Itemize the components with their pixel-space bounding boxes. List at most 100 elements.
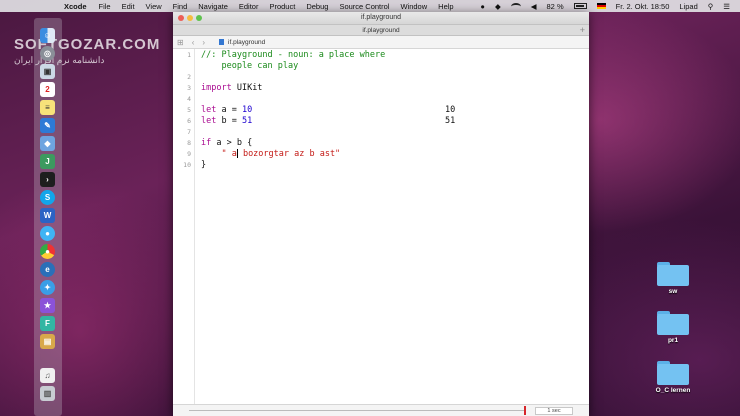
code-editor[interactable]: 1 2 3 4 5 6 7 8 9 10 //: Playground - no… — [173, 49, 589, 404]
line-number: 7 — [187, 128, 191, 136]
tab-if-playground[interactable]: if.playground — [362, 27, 399, 34]
menu-help[interactable]: Help — [438, 2, 453, 11]
android-studio-icon[interactable]: J — [40, 154, 55, 169]
code-line-6: let b = 51 — [201, 116, 252, 126]
notes-icon[interactable]: ≡ — [40, 100, 55, 115]
menu-debug[interactable]: Debug — [306, 2, 328, 11]
folder-label: sw — [668, 288, 678, 295]
code-line-1: //: Playground - noun: a place where — [201, 50, 386, 60]
wifi-icon[interactable] — [510, 2, 521, 10]
terminal-icon[interactable]: › — [40, 172, 55, 187]
menu-product[interactable]: Product — [269, 2, 295, 11]
browser-icon[interactable]: e — [40, 262, 55, 277]
forward-chevron-icon[interactable]: › — [202, 38, 205, 47]
finder-icon[interactable]: ☺ — [40, 28, 55, 43]
timeline-track[interactable] — [189, 410, 525, 411]
code-line-3: import UIKit — [201, 83, 262, 93]
code-line-5: let a = 10 — [201, 105, 252, 115]
code-text: b = — [216, 116, 242, 126]
photos-app-icon[interactable]: ▣ — [40, 64, 55, 79]
playground-window: if.playground if.playground + ⊞ ‹ › if.p… — [173, 12, 589, 416]
code-text: a > b { — [211, 138, 253, 148]
zoom-window-button[interactable] — [196, 15, 202, 21]
menu-navigate[interactable]: Navigate — [198, 2, 228, 11]
messages-icon[interactable]: ● — [40, 226, 55, 241]
battery-icon[interactable] — [573, 3, 587, 9]
tab-bar: if.playground + — [173, 24, 589, 36]
calendar-icon[interactable]: 2 — [40, 82, 55, 97]
desktop-folder-pr1[interactable]: pr1 — [653, 311, 693, 344]
new-tab-plus-icon[interactable]: + — [580, 25, 585, 36]
result-value[interactable]: 51 — [445, 116, 455, 126]
input-source-flag-icon[interactable] — [596, 3, 606, 9]
status-area: ● ◆ ◀ 82 % Fr. 2. Okt. 18:50 Lipad ⚲ ☰ — [480, 0, 740, 12]
folder-label: pr1 — [667, 337, 679, 344]
code-line-9: " a bozorgtar az b ast" — [201, 149, 340, 159]
line-number: 5 — [187, 106, 191, 114]
result-value[interactable]: 10 — [445, 105, 455, 115]
word-icon[interactable]: W — [40, 208, 55, 223]
duration-value: 1 sec — [547, 408, 561, 414]
dropbox-icon[interactable]: ◆ — [495, 2, 501, 11]
line-number: 2 — [187, 73, 191, 81]
volume-icon[interactable]: ◀ — [531, 2, 537, 11]
code-text: UIKit — [231, 83, 263, 93]
safari-icon[interactable]: ✦ — [40, 280, 55, 295]
keyword: let — [201, 105, 217, 115]
number-literal: 10 — [241, 105, 253, 115]
launchpad-icon[interactable]: ◎ — [40, 46, 55, 61]
execution-bar: 1 sec — [173, 404, 589, 416]
close-window-button[interactable] — [178, 15, 184, 21]
code-line-1-wrap: people can play — [201, 61, 299, 71]
cube-app-icon[interactable]: ◆ — [40, 136, 55, 151]
duration-stepper[interactable]: 1 sec — [535, 407, 573, 415]
jump-bar: ⊞ ‹ › if.playground — [173, 36, 589, 49]
menu-find[interactable]: Find — [173, 2, 188, 11]
keyword: let — [201, 116, 217, 126]
folder-icon — [657, 311, 689, 335]
music-file-icon[interactable]: ♫ — [40, 368, 55, 383]
user-name[interactable]: Lipad — [679, 2, 697, 11]
back-chevron-icon[interactable]: ‹ — [192, 38, 195, 47]
folder-label: O_C lernen — [655, 387, 691, 394]
code-text: a = — [216, 105, 242, 115]
xcode-icon[interactable]: ✎ — [40, 118, 55, 133]
string-literal: bozorgtar az b ast" — [237, 149, 341, 159]
line-number: 6 — [187, 117, 191, 125]
desktop-folder-oc-lernen[interactable]: O_C lernen — [653, 361, 693, 394]
menu-bar: Xcode File Edit View Find Navigate Edito… — [0, 0, 740, 12]
menu-edit[interactable]: Edit — [122, 2, 135, 11]
clock[interactable]: Fr. 2. Okt. 18:50 — [616, 2, 670, 11]
code-line-8: if a > b { — [201, 138, 252, 148]
folder-icon — [657, 262, 689, 286]
notification-center-icon[interactable]: ☰ — [723, 2, 730, 11]
menu-source-control[interactable]: Source Control — [339, 2, 389, 11]
timeline-handle[interactable] — [524, 406, 526, 415]
star-app-icon[interactable]: ★ — [40, 298, 55, 313]
related-items-icon[interactable]: ⊞ — [177, 38, 184, 47]
jump-bar-file[interactable]: if.playground — [228, 39, 265, 46]
line-number: 3 — [187, 84, 191, 92]
menu-app-name[interactable]: Xcode — [64, 2, 87, 11]
line-number: 1 — [187, 51, 191, 59]
playground-file-icon — [219, 39, 225, 45]
menu-view[interactable]: View — [146, 2, 162, 11]
minimize-window-button[interactable] — [187, 15, 193, 21]
spotlight-icon[interactable]: ⚲ — [708, 2, 714, 11]
menu-window[interactable]: Window — [400, 2, 427, 11]
battery-percent[interactable]: 82 % — [547, 2, 564, 11]
string-literal: " a — [201, 149, 237, 159]
preview-app-icon[interactable]: ▤ — [40, 334, 55, 349]
keyword: import — [201, 83, 232, 93]
keyword: if — [201, 138, 212, 148]
record-icon[interactable]: ● — [480, 2, 485, 11]
font-app-icon[interactable]: F — [40, 316, 55, 331]
desktop-folder-sw[interactable]: sw — [653, 262, 693, 295]
menu-editor[interactable]: Editor — [239, 2, 259, 11]
chrome-icon[interactable]: ● — [40, 244, 55, 259]
menu-file[interactable]: File — [99, 2, 111, 11]
skype-icon[interactable]: S — [40, 190, 55, 205]
trash-icon[interactable]: ▥ — [40, 386, 55, 401]
folder-icon — [657, 361, 689, 385]
window-titlebar[interactable]: if.playground — [173, 12, 589, 24]
